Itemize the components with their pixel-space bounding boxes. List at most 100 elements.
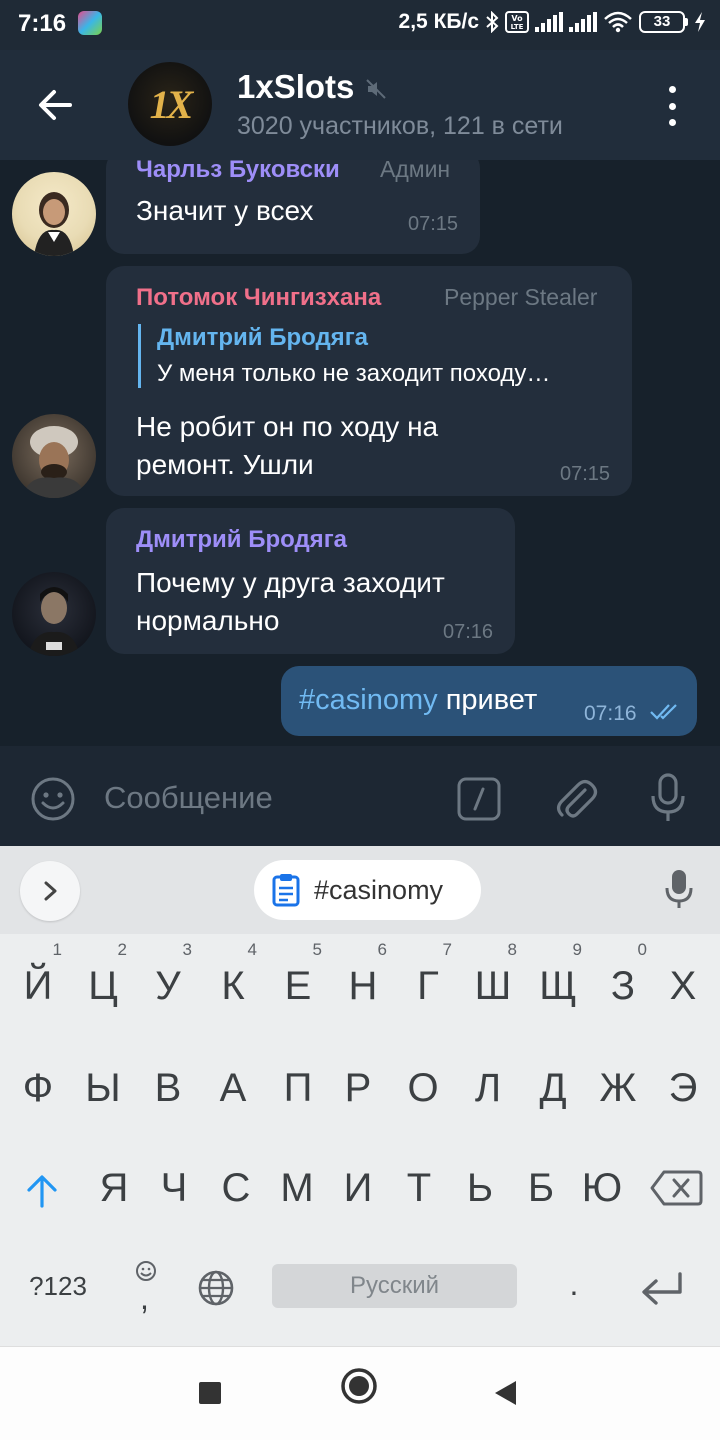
- backspace-key[interactable]: [648, 1166, 704, 1210]
- read-checkmarks-icon: [650, 704, 677, 720]
- message-text-line: нормально: [136, 605, 280, 636]
- status-bar: 7:16 2,5 КБ/с Vo LTE 33: [0, 0, 720, 50]
- sender-avatar[interactable]: [12, 414, 96, 498]
- backspace-icon: [650, 1170, 703, 1206]
- message-list[interactable]: Чарльз Буковски Админ Значит у всех 07:1…: [0, 160, 720, 746]
- key-1[interactable]: Й1: [6, 940, 70, 1026]
- key-9[interactable]: Щ9: [526, 940, 590, 1026]
- message-bubble[interactable]: Чарльз Буковски Админ Значит у всех 07:1…: [106, 160, 480, 254]
- svg-text:Vo: Vo: [511, 14, 523, 23]
- keyboard-row-1: Й1 Ц2 У3 К4 Е5 Н6 Г7 Ш8 Щ9 З0 Х: [0, 940, 720, 1046]
- key-m[interactable]: М: [265, 1148, 329, 1228]
- key-7[interactable]: Г7: [396, 940, 460, 1026]
- space-key[interactable]: Русский: [272, 1264, 517, 1308]
- key-8[interactable]: Ш8: [461, 940, 525, 1026]
- enter-key[interactable]: [636, 1266, 688, 1310]
- bluetooth-icon: [486, 11, 499, 33]
- reply-text: У меня только не заходит походу…: [157, 360, 551, 387]
- key-soft[interactable]: Ь: [448, 1148, 512, 1228]
- period-key[interactable]: .: [556, 1262, 592, 1306]
- key-b[interactable]: Б: [509, 1148, 573, 1228]
- comma-key[interactable]: ,: [124, 1256, 168, 1316]
- hashtag-link[interactable]: #casinomy: [299, 684, 438, 716]
- voice-input-icon[interactable]: [664, 868, 694, 910]
- bot-command-icon[interactable]: [456, 776, 502, 822]
- signal-icon-2: [569, 12, 597, 32]
- app-notification-icon: [78, 11, 102, 35]
- key-i[interactable]: И: [326, 1148, 390, 1228]
- message-bubble[interactable]: Дмитрий Бродяга Почему у друга заходит н…: [106, 508, 515, 654]
- back-triangle-icon[interactable]: [492, 1375, 520, 1411]
- key-4[interactable]: К4: [201, 940, 265, 1026]
- key-11[interactable]: Х: [651, 946, 715, 1026]
- on-screen-keyboard: #casinomy Й1 Ц2 У3 К4 Е5 Н6 Г7 Ш8 Щ9 З0 …: [0, 846, 720, 1346]
- volte-icon: VoLTE: [505, 11, 529, 33]
- message-text-line: Не робит он по ходу на: [136, 411, 439, 442]
- sender-avatar[interactable]: [12, 572, 96, 656]
- key-l[interactable]: Л: [456, 1048, 520, 1128]
- outgoing-text: привет: [445, 684, 538, 716]
- key-a[interactable]: А: [201, 1048, 265, 1128]
- chat-subtitle: 3020 участников, 121 в сети: [237, 112, 563, 140]
- outgoing-message-text: #casinomy привет: [299, 684, 537, 717]
- key-zh[interactable]: Ж: [586, 1048, 650, 1128]
- key-e[interactable]: Э: [651, 1048, 715, 1128]
- mute-icon: [366, 79, 386, 99]
- outgoing-message-bubble[interactable]: #casinomy привет 07:16: [281, 666, 697, 736]
- shift-key[interactable]: [12, 1160, 72, 1220]
- key-v[interactable]: В: [136, 1048, 200, 1128]
- key-s[interactable]: С: [204, 1148, 268, 1228]
- key-d[interactable]: Д: [521, 1048, 585, 1128]
- more-options-button[interactable]: [662, 86, 682, 126]
- message-bubble[interactable]: Потомок Чингизхана Pepper Stealer Дмитри…: [106, 266, 632, 496]
- key-o[interactable]: О: [391, 1048, 455, 1128]
- shift-arrow-icon: [27, 1175, 57, 1208]
- avatar-portrait-3: [28, 587, 80, 656]
- globe-icon: [198, 1270, 234, 1306]
- back-button[interactable]: [30, 80, 80, 130]
- home-icon[interactable]: [340, 1367, 378, 1405]
- key-10[interactable]: З0: [591, 940, 655, 1026]
- message-sender[interactable]: Дмитрий Бродяга: [136, 526, 347, 554]
- avatar-portrait-2: [22, 426, 86, 498]
- status-right: 2,5 КБ/с Vo LTE 33: [399, 10, 706, 34]
- suggestion-strip: #casinomy: [0, 846, 720, 934]
- message-time: 07:16: [584, 702, 637, 725]
- network-speed: 2,5 КБ/с: [398, 10, 479, 33]
- key-2[interactable]: Ц2: [71, 940, 135, 1026]
- clipboard-icon: [272, 874, 300, 907]
- microphone-icon[interactable]: [648, 772, 688, 824]
- key-6[interactable]: Н6: [331, 940, 395, 1026]
- key-f[interactable]: Ф: [6, 1048, 70, 1128]
- key-ya[interactable]: Я: [82, 1148, 146, 1228]
- message-composer: Сообщение: [0, 746, 720, 846]
- clipboard-suggestion-chip[interactable]: #casinomy: [254, 860, 481, 920]
- system-navigation-bar: [0, 1346, 720, 1440]
- expand-toolbar-button[interactable]: [20, 861, 80, 921]
- chat-title[interactable]: 1xSlots: [237, 68, 354, 106]
- reply-sender: Дмитрий Бродяга: [157, 324, 369, 351]
- group-avatar-logo: 1X: [149, 81, 194, 127]
- group-avatar[interactable]: 1X: [128, 62, 212, 146]
- emoji-icon[interactable]: [30, 776, 76, 822]
- sender-avatar[interactable]: [12, 172, 96, 256]
- attach-icon[interactable]: [552, 774, 598, 822]
- key-p[interactable]: П: [266, 1048, 330, 1128]
- message-sender[interactable]: Чарльз Буковски: [136, 160, 340, 184]
- recents-icon[interactable]: [198, 1375, 224, 1411]
- message-sender[interactable]: Потомок Чингизхана: [136, 284, 381, 312]
- sender-role: Pepper Stealer: [444, 284, 598, 310]
- key-y[interactable]: Ы: [71, 1048, 135, 1128]
- key-ch[interactable]: Ч: [142, 1148, 206, 1228]
- key-5[interactable]: Е5: [266, 940, 330, 1026]
- key-3[interactable]: У3: [136, 940, 200, 1026]
- message-input[interactable]: Сообщение: [104, 780, 273, 816]
- status-time: 7:16: [18, 10, 67, 37]
- symbols-key[interactable]: ?123: [18, 1266, 98, 1306]
- key-yu[interactable]: Ю: [570, 1148, 634, 1228]
- key-t[interactable]: Т: [387, 1148, 451, 1228]
- avatar-portrait-1: [34, 192, 74, 256]
- reply-preview[interactable]: Дмитрий Бродяга У меня только не заходит…: [138, 324, 616, 388]
- language-key[interactable]: [194, 1266, 238, 1310]
- key-r[interactable]: Р: [326, 1048, 390, 1128]
